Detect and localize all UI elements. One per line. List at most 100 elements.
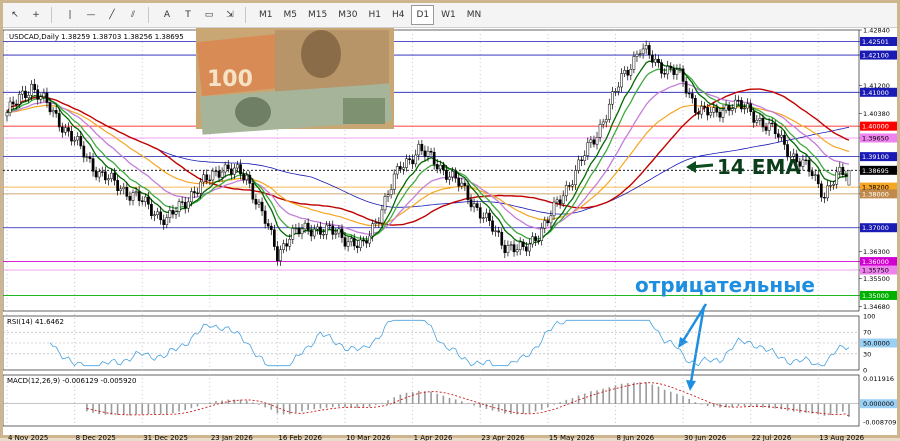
candle-body: [100, 171, 104, 173]
candle-body: [107, 178, 110, 181]
timeframe-h1[interactable]: H1: [364, 5, 385, 25]
candle-body: [79, 136, 83, 147]
candle-body: [8, 101, 12, 113]
timeframe-mn[interactable]: MN: [463, 5, 486, 25]
price-chart[interactable]: 4 Nov 2025 8 Dec 2025 31 Dec 2025 23 Jan 20…: [3, 28, 897, 441]
macd-bar: [651, 384, 654, 404]
macd-bar: [276, 403, 279, 414]
candle-body: [199, 181, 202, 194]
timeframe-m5[interactable]: M5: [280, 5, 302, 25]
candle-body: [614, 91, 617, 93]
macd-bar: [110, 403, 113, 415]
candle-body: [337, 228, 341, 234]
candle-body: [377, 222, 381, 224]
candle-body: [405, 158, 408, 168]
candle-body: [816, 174, 820, 185]
timeframe-m1[interactable]: M1: [255, 5, 277, 25]
candle-body: [51, 110, 55, 113]
macd-bar: [165, 403, 168, 415]
macd-bar: [762, 403, 764, 408]
candle-body: [328, 224, 332, 227]
candle-body: [251, 183, 255, 200]
candle-body: [601, 121, 605, 125]
candle-body: [331, 225, 335, 235]
candle-body: [687, 92, 691, 95]
candle-body: [448, 176, 451, 180]
candle-body: [546, 220, 550, 224]
candle-body: [607, 103, 611, 120]
crosshair-icon[interactable]: +: [27, 5, 45, 25]
macd-bar: [559, 402, 561, 404]
candle-body: [758, 118, 762, 121]
candle-body: [266, 223, 270, 227]
candle-body: [669, 66, 673, 69]
candle-body: [620, 73, 623, 88]
candle-body: [398, 166, 402, 170]
macd-bar: [92, 403, 94, 413]
candle-body: [654, 58, 657, 63]
candle-body: [730, 108, 734, 111]
macd-bar: [565, 399, 568, 404]
label-icon[interactable]: T: [179, 5, 197, 25]
candle-body: [128, 196, 132, 201]
macd-bar: [688, 398, 691, 404]
macd-bar: [461, 401, 463, 404]
timeframe-h4[interactable]: H4: [388, 5, 409, 25]
candle-body: [426, 150, 430, 157]
candle-body: [727, 105, 731, 111]
candle-body: [103, 171, 107, 181]
cursor-icon[interactable]: ↖: [6, 5, 24, 25]
toolbar-separator: [148, 7, 149, 23]
vertical-line-icon[interactable]: |: [61, 5, 79, 25]
macd-bar: [178, 403, 180, 412]
candle-body: [558, 199, 562, 204]
macd-bar: [737, 403, 740, 407]
candle-body: [629, 69, 633, 76]
macd-bar: [626, 383, 629, 404]
candle-body: [518, 241, 522, 250]
candle-body: [303, 222, 307, 230]
candle-body: [531, 236, 534, 245]
candle-body: [217, 170, 221, 178]
macd-bar: [817, 403, 820, 415]
timeframe-w1[interactable]: W1: [437, 5, 460, 25]
macd-bar: [295, 403, 297, 413]
candle-body: [537, 240, 540, 242]
macd-bar: [264, 403, 266, 408]
candle-body: [823, 197, 826, 199]
candle-body: [214, 170, 218, 173]
trendline-icon[interactable]: ╱: [103, 5, 121, 25]
candle-body: [810, 171, 814, 176]
timeframe-m15[interactable]: M15: [304, 5, 331, 25]
macd-bar: [590, 391, 592, 404]
candle-body: [663, 73, 666, 75]
timeframe-m30[interactable]: M30: [334, 5, 361, 25]
candle-body: [463, 182, 467, 186]
channel-icon[interactable]: ⫽: [124, 5, 142, 25]
candle-body: [248, 174, 252, 184]
macd-bar: [307, 403, 309, 410]
macd-tick-label: 0.011916: [863, 375, 894, 383]
note-denomination: 100: [207, 67, 253, 92]
candle-body: [773, 123, 777, 135]
horizontal-line-icon[interactable]: —: [82, 5, 100, 25]
candle-body: [11, 101, 15, 105]
text-icon[interactable]: A: [158, 5, 176, 25]
timeframe-d1[interactable]: D1: [411, 5, 435, 25]
macd-bar: [301, 403, 303, 412]
macd-bar: [147, 403, 150, 414]
arrow-dropdown-icon[interactable]: ⇲: [221, 5, 239, 25]
candle-body: [623, 70, 627, 74]
price-level-value: 1.38695: [862, 167, 889, 175]
macd-bar: [614, 385, 617, 404]
shapes-icon[interactable]: ▭: [200, 5, 218, 25]
candle-body: [359, 239, 362, 248]
candle-body: [60, 126, 64, 133]
candle-body: [743, 107, 746, 110]
macd-bar: [141, 403, 144, 415]
candle-body: [697, 112, 700, 115]
candle-body: [174, 211, 178, 215]
macd-bar: [602, 388, 604, 404]
price-level-value: 1.39650: [862, 134, 889, 142]
candle-body: [343, 237, 347, 247]
